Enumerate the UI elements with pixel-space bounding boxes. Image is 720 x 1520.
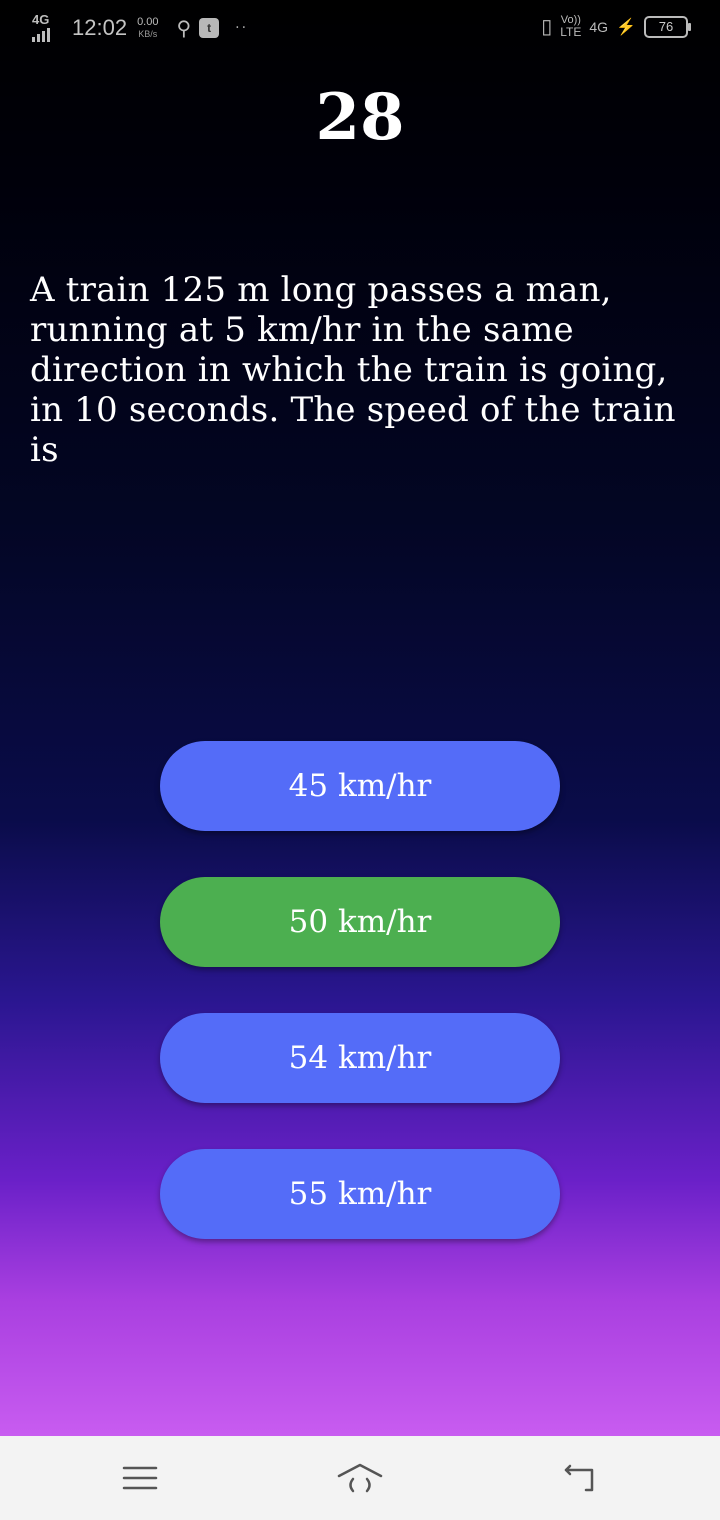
option-button-3[interactable]: 54 km/hr <box>160 1013 560 1103</box>
vibrate-icon: ▯ <box>541 16 553 38</box>
mobile-data-indicator: 4G <box>589 18 609 35</box>
option-label: 54 km/hr <box>288 1040 432 1076</box>
battery-icon: 76 <box>644 15 691 38</box>
menu-icon <box>122 1466 158 1490</box>
back-icon <box>564 1464 594 1492</box>
option-label: 50 km/hr <box>288 904 432 940</box>
option-button-2-correct[interactable]: 50 km/hr <box>160 877 560 967</box>
app-notification-icon: t <box>199 18 220 38</box>
option-label: 55 km/hr <box>288 1176 432 1212</box>
home-icon <box>337 1463 383 1493</box>
net-speed: 0.00 KB/s <box>137 17 158 39</box>
question-number: 28 <box>315 80 405 155</box>
option-button-1[interactable]: 45 km/hr <box>160 741 560 831</box>
signal-icon: 4G <box>30 12 62 44</box>
volte-indicator: Vo)) LTE <box>560 15 582 39</box>
lte-label: LTE <box>560 25 582 39</box>
option-label: 45 km/hr <box>288 768 432 804</box>
more-notifications-icon: ·· <box>235 20 249 36</box>
net-speed-value: 0.00 <box>137 16 159 28</box>
usb-icon: ⚲ <box>176 16 192 40</box>
system-nav-bar <box>0 1436 720 1520</box>
quiz-screen: 4G 12:02 0.00 KB/s ⚲ t ·· ▯ Vo)) LTE 4G … <box>0 0 720 1520</box>
back-button[interactable] <box>550 1450 610 1506</box>
battery-level: 76 <box>658 19 674 34</box>
status-time: 12:02 <box>72 15 128 40</box>
question-text: A train 125 m long passes a man, running… <box>30 270 676 470</box>
status-bar: 4G 12:02 0.00 KB/s ⚲ t ·· ▯ Vo)) LTE 4G … <box>0 0 720 58</box>
option-button-4[interactable]: 55 km/hr <box>160 1149 560 1239</box>
home-button[interactable] <box>330 1450 390 1506</box>
status-bar-right: ▯ Vo)) LTE 4G ⚡ 76 <box>541 14 691 39</box>
status-bar-left: 4G 12:02 0.00 KB/s ⚲ t ·· <box>30 12 248 44</box>
network-type: 4G <box>32 12 50 27</box>
net-speed-unit: KB/s <box>138 29 158 39</box>
menu-button[interactable] <box>110 1450 170 1506</box>
charging-icon: ⚡ <box>616 18 636 36</box>
